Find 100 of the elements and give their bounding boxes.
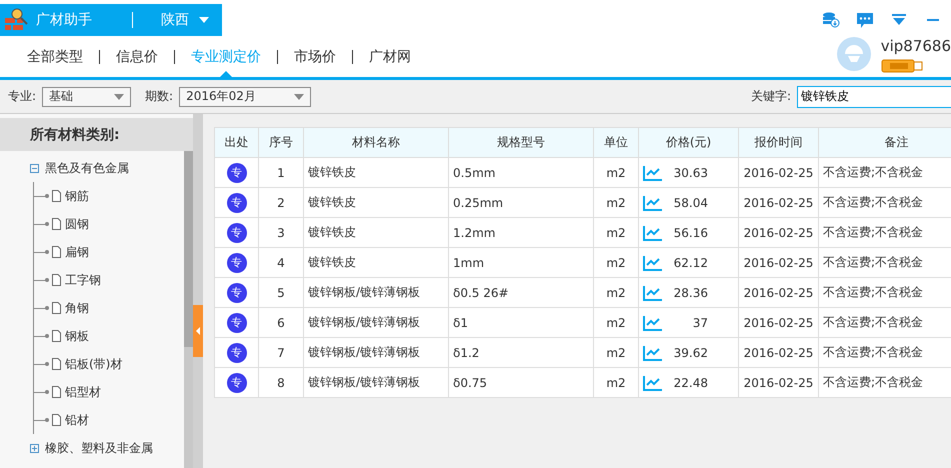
- document-icon: [52, 246, 61, 258]
- document-icon: [52, 218, 61, 230]
- table-cell: 2016-02-25: [738, 368, 818, 398]
- expand-icon[interactable]: [30, 444, 39, 452]
- nav-tab[interactable]: 市场价: [294, 36, 336, 77]
- document-icon: [52, 190, 61, 202]
- table-cell: m2: [594, 248, 638, 278]
- collapse-icon[interactable]: [30, 164, 39, 172]
- column-header: 报价时间: [738, 128, 818, 158]
- table-cell: 镀锌铁皮: [304, 218, 448, 248]
- table-cell: m2: [594, 338, 638, 368]
- table-cell: 1.2mm: [448, 218, 594, 248]
- source-badge: 专: [226, 222, 246, 242]
- table-cell: 镀锌铁皮: [304, 188, 448, 218]
- nav-tab[interactable]: 信息价: [116, 36, 158, 77]
- table-cell: δ1.2: [448, 338, 594, 368]
- document-icon: [52, 386, 61, 398]
- table-cell: m2: [594, 158, 638, 188]
- table-cell: m2: [594, 218, 638, 248]
- keyword-label: 关键字:: [750, 88, 791, 105]
- tree-leaf[interactable]: 铅材: [65, 412, 89, 428]
- tree-node[interactable]: 橡胶、塑料及非金属: [30, 434, 184, 462]
- tree-leaf[interactable]: 钢筋: [65, 188, 89, 204]
- table-cell: 镀锌钢板/镀锌薄钢板: [304, 338, 448, 368]
- period-select[interactable]: 2016年02月: [179, 86, 312, 106]
- trend-chart-icon[interactable]: [643, 164, 663, 180]
- price-text: 28.36: [674, 286, 708, 300]
- document-icon: [52, 358, 61, 370]
- source-badge: 专: [226, 252, 246, 272]
- table-cell: m2: [594, 368, 638, 398]
- trend-chart-icon[interactable]: [643, 254, 663, 270]
- tree-node[interactable]: 黑色及有色金属: [30, 154, 184, 182]
- column-header: 材料名称: [304, 128, 448, 158]
- table-cell: 1: [258, 158, 304, 188]
- table-cell: 2016-02-25: [738, 188, 818, 218]
- column-header: 出处: [214, 128, 258, 158]
- column-header: 规格型号: [448, 128, 594, 158]
- table-cell: 镀锌钢板/镀锌薄钢板: [304, 278, 448, 308]
- username: vip87686: [880, 37, 951, 55]
- trend-chart-icon[interactable]: [643, 284, 663, 300]
- table-cell: 镀锌铁皮: [304, 248, 448, 278]
- price-text: 56.16: [674, 226, 708, 240]
- period-label: 期数:: [145, 88, 174, 105]
- table-cell: m2: [594, 188, 638, 218]
- document-icon: [52, 274, 61, 286]
- tree-leaf[interactable]: 角钢: [65, 300, 89, 316]
- trend-chart-icon[interactable]: [643, 374, 663, 390]
- tree-leaf[interactable]: 工字钢: [65, 272, 101, 288]
- caret-icon: [199, 17, 209, 23]
- price-text: 62.12: [674, 256, 708, 270]
- source-badge: 专: [226, 342, 246, 362]
- tree-leaf[interactable]: 铝型材: [65, 384, 101, 400]
- trend-chart-icon[interactable]: [643, 224, 663, 240]
- helmet-avatar: [836, 37, 871, 71]
- column-header: 备注: [818, 128, 951, 158]
- scrollbar[interactable]: [184, 151, 193, 468]
- specialty-select[interactable]: 基础: [42, 86, 132, 106]
- sidebar-header: 所有材料类别:: [0, 118, 193, 151]
- table-cell: 4: [258, 248, 304, 278]
- column-header: 序号: [258, 128, 304, 158]
- table-cell: m2: [594, 308, 638, 338]
- nav-tab[interactable]: 广材网: [369, 36, 411, 77]
- chat-icon[interactable]: [855, 11, 875, 29]
- table-cell: 2016-02-25: [738, 308, 818, 338]
- table-cell: δ0.75: [448, 368, 594, 398]
- price-text: 58.04: [674, 196, 708, 210]
- caret-icon: [114, 94, 124, 100]
- trend-chart-icon[interactable]: [643, 344, 663, 360]
- source-badge: 专: [226, 162, 246, 182]
- usb-key-icon: [880, 59, 923, 73]
- price-text: 22.48: [674, 376, 708, 390]
- table-cell: 镀锌钢板/镀锌薄钢板: [304, 368, 448, 398]
- table-cell: δ0.5 26#: [448, 278, 594, 308]
- app-title: 广材助手: [36, 11, 92, 29]
- tree-leaf[interactable]: 钢板: [65, 328, 89, 344]
- table-cell: 镀锌铁皮: [304, 158, 448, 188]
- tree-leaf[interactable]: 铝板(带)材: [65, 356, 122, 372]
- table-cell: 0.5mm: [448, 158, 594, 188]
- price-text: 39.62: [674, 346, 708, 360]
- source-badge: 专: [226, 192, 246, 212]
- database-download-icon[interactable]: [821, 11, 841, 29]
- document-icon: [52, 302, 61, 314]
- trend-chart-icon[interactable]: [643, 314, 663, 330]
- table-cell: 5: [258, 278, 304, 308]
- document-icon: [52, 330, 61, 342]
- caret-icon: [294, 94, 304, 100]
- tree-leaf[interactable]: 圆钢: [65, 216, 89, 232]
- tree-leaf[interactable]: 扁钢: [65, 244, 89, 260]
- table-cell: 7: [258, 338, 304, 368]
- nav-tab[interactable]: 全部类型: [27, 36, 83, 77]
- table-cell: 6: [258, 308, 304, 338]
- source-badge: 专: [226, 282, 246, 302]
- keyword-field[interactable]: 镀锌铁皮: [797, 86, 951, 108]
- collapse-handle[interactable]: [193, 305, 203, 357]
- table-cell: m2: [594, 278, 638, 308]
- source-badge: 专: [226, 372, 246, 392]
- trend-chart-icon[interactable]: [643, 194, 663, 210]
- source-badge: 专: [226, 312, 246, 332]
- bricks-magnifier-icon: [4, 8, 30, 32]
- table-cell: 2: [258, 188, 304, 218]
